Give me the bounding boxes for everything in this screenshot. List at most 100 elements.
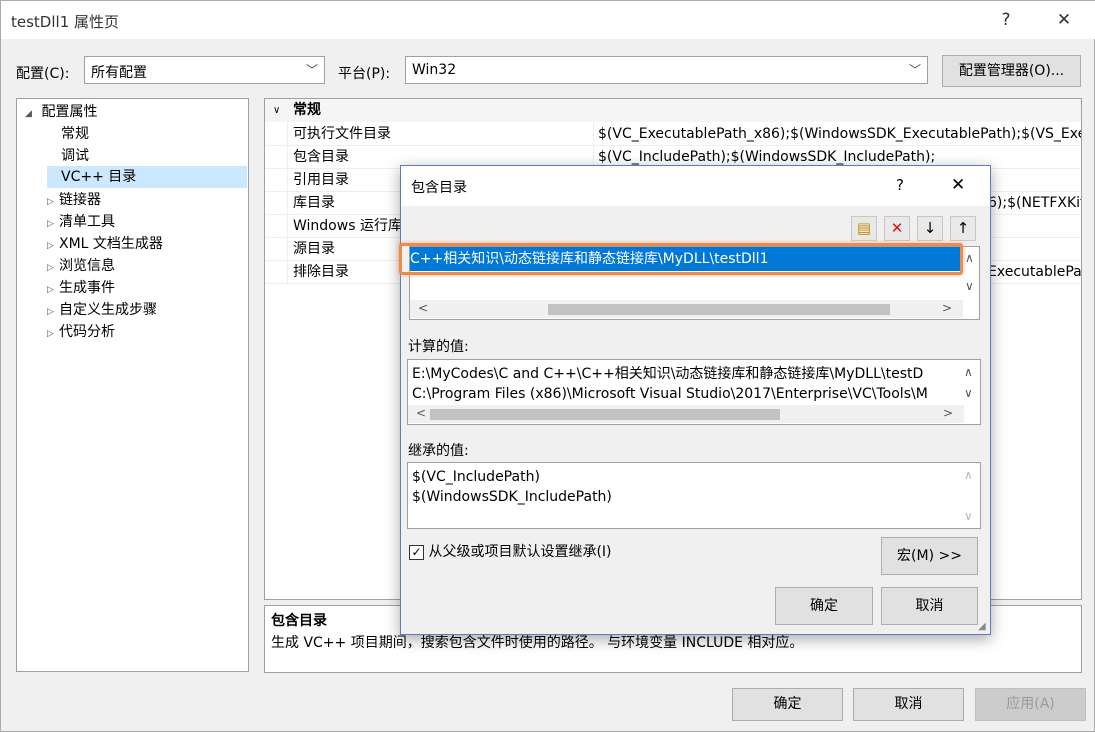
grid-row[interactable]: 可执行文件目录 $(VC_ExecutablePath_x86);$(Window… [265, 123, 1082, 146]
grid-section-label: 常规 [293, 102, 321, 118]
dialog-cancel-button[interactable]: 取消 [881, 587, 978, 625]
tree-item-label: 浏览信息 [59, 258, 115, 274]
tree-item-label: 自定义生成步骤 [59, 302, 157, 318]
tree-item-manifest-tool[interactable]: ▷ 清单工具 [47, 211, 115, 233]
scroll-right-arrow-icon[interactable]: > [943, 406, 953, 420]
config-select[interactable]: 所有配置 ﹀ [84, 56, 325, 84]
tree-item-custom-build[interactable]: ▷ 自定义生成步骤 [47, 299, 157, 321]
tree-item-vc-directories[interactable]: VC++ 目录 [47, 166, 247, 188]
scrollbar-thumb[interactable] [548, 304, 890, 315]
evaluated-line: E:\MyCodes\C and C++\C++相关知识\动态链接库和静态链接库… [412, 366, 924, 382]
inherited-value-box: $(VC_IncludePath) $(WindowsSDK_IncludePa… [407, 462, 981, 529]
collapsed-triangle-icon: ▷ [47, 219, 54, 229]
collapsed-triangle-icon: ▷ [47, 197, 54, 207]
config-value: 所有配置 [91, 65, 147, 81]
scroll-up-arrow-icon[interactable]: ∧ [964, 365, 973, 379]
collapsed-triangle-icon: ▷ [47, 241, 54, 251]
tree-item-label: 代码分析 [59, 324, 115, 340]
tree-item-label: XML 文档生成器 [59, 236, 163, 252]
tree-item-label: 链接器 [59, 192, 101, 208]
grid-row-key: 可执行文件目录 [293, 126, 391, 142]
collapsed-triangle-icon: ▷ [47, 285, 54, 295]
tree-item-general[interactable]: 常规 [61, 123, 89, 145]
move-up-icon[interactable]: ↑ [950, 216, 976, 241]
inherit-checkbox-label: 从父级或项目默认设置继承(I) [428, 544, 612, 560]
chevron-down-icon: ﹀ [305, 63, 318, 77]
close-button[interactable]: ✕ [1044, 5, 1084, 35]
grid-row-key: 源目录 [293, 241, 335, 257]
horizontal-scrollbar[interactable]: < > [410, 300, 963, 318]
inherit-checkbox-row[interactable]: ✓ 从父级或项目默认设置继承(I) [409, 542, 612, 562]
tree-item-linker[interactable]: ▷ 链接器 [47, 189, 101, 211]
scroll-up-arrow-icon[interactable]: ∧ [965, 251, 974, 265]
collapsed-triangle-icon: ▷ [47, 263, 54, 273]
inherited-line: $(VC_IncludePath) [412, 469, 540, 485]
scroll-down-arrow-icon: ∨ [964, 509, 973, 523]
evaluated-value-box: E:\MyCodes\C and C++\C++相关知识\动态链接库和静态链接库… [407, 359, 981, 425]
horizontal-scrollbar[interactable]: < > [408, 405, 964, 423]
cancel-button[interactable]: 取消 [853, 688, 964, 721]
chevron-down-icon: ﹀ [908, 63, 921, 77]
scroll-left-arrow-icon[interactable]: < [416, 406, 426, 420]
grid-row-key: 库目录 [293, 195, 335, 211]
dialog-title: 包含目录 [411, 180, 467, 196]
tree-root[interactable]: ◢ 配置属性 [25, 101, 97, 123]
scroll-left-arrow-icon[interactable]: < [418, 301, 428, 315]
platform-label: 平台(P): [338, 66, 391, 82]
dialog-ok-button[interactable]: 确定 [775, 587, 873, 625]
grid-row-key: Windows 运行库 [293, 218, 402, 234]
grid-row-key: 排除目录 [293, 264, 349, 280]
config-manager-button[interactable]: 配置管理器(O)... [942, 55, 1081, 87]
ok-button[interactable]: 确定 [732, 688, 843, 721]
property-pages-window: testDll1 属性页 ? ✕ 配置(C): 所有配置 ﹀ 平台(P): Wi… [0, 0, 1095, 732]
scroll-up-arrow-icon: ∧ [964, 468, 973, 482]
chevron-down-icon: ∨ [273, 105, 281, 116]
scroll-down-arrow-icon[interactable]: ∨ [964, 386, 973, 400]
dialog-close-button[interactable]: ✕ [951, 175, 965, 195]
inherited-line: $(WindowsSDK_IncludePath) [412, 489, 612, 505]
highlight-frame [399, 243, 963, 275]
description-text: 生成 VC++ 项目期间，搜索包含文件时使用的路径。 与环境变量 INCLUDE… [271, 635, 804, 651]
macro-button[interactable]: 宏(M) >> [881, 537, 978, 575]
help-button[interactable]: ? [986, 5, 1026, 35]
scroll-down-arrow-icon[interactable]: ∨ [965, 279, 974, 293]
platform-select[interactable]: Win32 ﹀ [405, 56, 928, 84]
delete-icon[interactable]: ✕ [884, 216, 910, 241]
title-bar: testDll1 属性页 ? ✕ [1, 1, 1095, 39]
evaluated-value-label: 计算的值: [408, 339, 469, 355]
grid-row-value: $(VC_ExecutablePath_x86);$(WindowsSDK_Ex… [598, 126, 1082, 142]
grid-row-value: ExecutablePa [988, 264, 1082, 280]
inherited-value-label: 继承的值: [408, 443, 469, 459]
include-directories-dialog: 包含目录 ? ✕ ▤ ✕ ↓ ↑ C++相关知识\动态链接库和静态链接库\MyD… [399, 165, 991, 635]
dialog-title-bar: 包含目录 ? ✕ [401, 166, 990, 206]
window-title: testDll1 属性页 [11, 13, 120, 31]
apply-button: 应用(A) [975, 688, 1086, 721]
grid-row-value: 6);$(NETFXKit [988, 195, 1082, 211]
grid-row-key: 包含目录 [293, 149, 349, 165]
tree-item-label: 清单工具 [59, 214, 115, 230]
platform-value: Win32 [412, 62, 457, 78]
config-label: 配置(C): [16, 66, 70, 82]
scroll-right-arrow-icon[interactable]: > [942, 301, 952, 315]
tree-root-label: 配置属性 [41, 104, 98, 120]
tree-item-debugging[interactable]: 调试 [61, 145, 89, 167]
new-line-icon[interactable]: ▤ [851, 216, 877, 241]
dialog-help-button[interactable]: ? [896, 176, 904, 194]
move-down-icon[interactable]: ↓ [917, 216, 943, 241]
tree-item-code-analysis[interactable]: ▷ 代码分析 [47, 321, 115, 343]
resize-grip-icon[interactable]: ◢ [978, 621, 986, 632]
tree-item-browse-info[interactable]: ▷ 浏览信息 [47, 255, 115, 277]
evaluated-line: C:\Program Files (x86)\Microsoft Visual … [412, 386, 928, 402]
grid-column-divider [287, 122, 288, 284]
expanded-triangle-icon: ◢ [25, 109, 32, 119]
settings-tree: ◢ 配置属性 常规 调试 VC++ 目录 ▷ 链接器 ▷ 清单工具 ▷ XML 文档生… [16, 98, 249, 672]
tree-item-build-events[interactable]: ▷ 生成事件 [47, 277, 115, 299]
scrollbar-thumb[interactable] [430, 409, 780, 420]
description-title: 包含目录 [271, 613, 327, 629]
collapsed-triangle-icon: ▷ [47, 307, 54, 317]
collapsed-triangle-icon: ▷ [47, 329, 54, 339]
grid-section-general[interactable]: ∨ 常规 [265, 99, 1081, 122]
tree-item-label: 生成事件 [59, 280, 115, 296]
inherit-checkbox[interactable]: ✓ [409, 544, 424, 560]
tree-item-xml-doc[interactable]: ▷ XML 文档生成器 [47, 233, 163, 255]
